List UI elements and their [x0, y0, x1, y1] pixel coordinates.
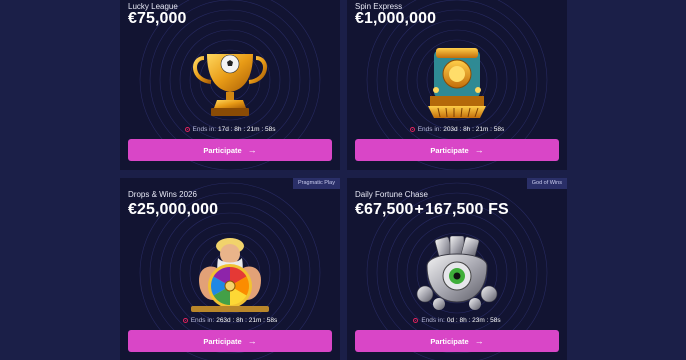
- countdown-timer: Ends in: 0d : 8h : 23m : 58s: [347, 317, 567, 324]
- participate-label: Participate: [430, 145, 469, 155]
- arrow-right-icon: →: [474, 336, 484, 346]
- train-coin-icon: [428, 48, 486, 118]
- participate-button[interactable]: Participate →: [355, 139, 559, 161]
- participate-button[interactable]: Participate →: [355, 330, 559, 352]
- participate-label: Participate: [203, 336, 242, 346]
- trophy-football-icon: [193, 54, 267, 116]
- prize-amount: €25,000,000: [128, 201, 219, 218]
- countdown-timer: Ends in: 263d : 8h : 21m : 58s: [120, 317, 340, 324]
- arrow-right-icon: →: [474, 145, 484, 155]
- tournament-card-daily-fortune-chase: God of Wins Daily Fortune Chase €67,500+…: [347, 178, 567, 360]
- participate-button[interactable]: Participate →: [128, 139, 332, 161]
- timer-value: 17d : 8h : 21m : 58s: [218, 126, 276, 133]
- countdown-timer: Ends in: 203d : 8h : 21m : 58s: [347, 126, 567, 133]
- prize-main: €67,500: [355, 201, 414, 218]
- prize-amount: €75,000: [128, 10, 187, 27]
- card-title: Drops & Wins 2026: [128, 190, 197, 199]
- card-title: Daily Fortune Chase: [355, 190, 428, 199]
- prize-separator: +: [414, 201, 424, 218]
- timer-label: Ends in:: [417, 126, 442, 133]
- participate-label: Participate: [430, 336, 469, 346]
- timer-value: 203d : 8h : 21m : 58s: [443, 126, 505, 133]
- participate-label: Participate: [203, 145, 242, 155]
- arrow-right-icon: →: [247, 336, 257, 346]
- prize-amount: €67,500+167,500 FS: [355, 201, 509, 219]
- timer-value: 0d : 8h : 23m : 58s: [446, 317, 501, 324]
- countdown-timer: Ends in: 17d : 8h : 21m : 58s: [120, 126, 340, 133]
- tournament-card-lucky-league: Lucky League €75,000 Ends in: 17d : 8h : …: [120, 0, 340, 170]
- clock-icon: [184, 127, 190, 132]
- silver-eye-horseshoe-icon: [416, 236, 498, 310]
- clock-icon: [182, 318, 188, 323]
- tournament-card-drops-wins: Pragmatic Play Drops & Wins 2026 €25,000…: [120, 178, 340, 360]
- arrow-right-icon: →: [247, 145, 257, 155]
- clock-icon: [413, 318, 419, 323]
- timer-label: Ends in:: [190, 317, 215, 324]
- tournament-card-spin-express: Spin Express €1,000,000 Ends in: 203d : 8…: [347, 0, 567, 170]
- provider-badge: God of Wins: [526, 178, 567, 189]
- zeus-wheel-icon: [191, 238, 269, 312]
- clock-icon: [409, 127, 415, 132]
- timer-label: Ends in:: [192, 126, 217, 133]
- timer-value: 263d : 8h : 21m : 58s: [216, 317, 278, 324]
- prize-amount: €1,000,000: [355, 10, 437, 27]
- prize-extra: 167,500 FS: [425, 201, 509, 218]
- provider-badge: Pragmatic Play: [293, 178, 340, 189]
- timer-label: Ends in:: [421, 317, 445, 324]
- participate-button[interactable]: Participate →: [128, 330, 332, 352]
